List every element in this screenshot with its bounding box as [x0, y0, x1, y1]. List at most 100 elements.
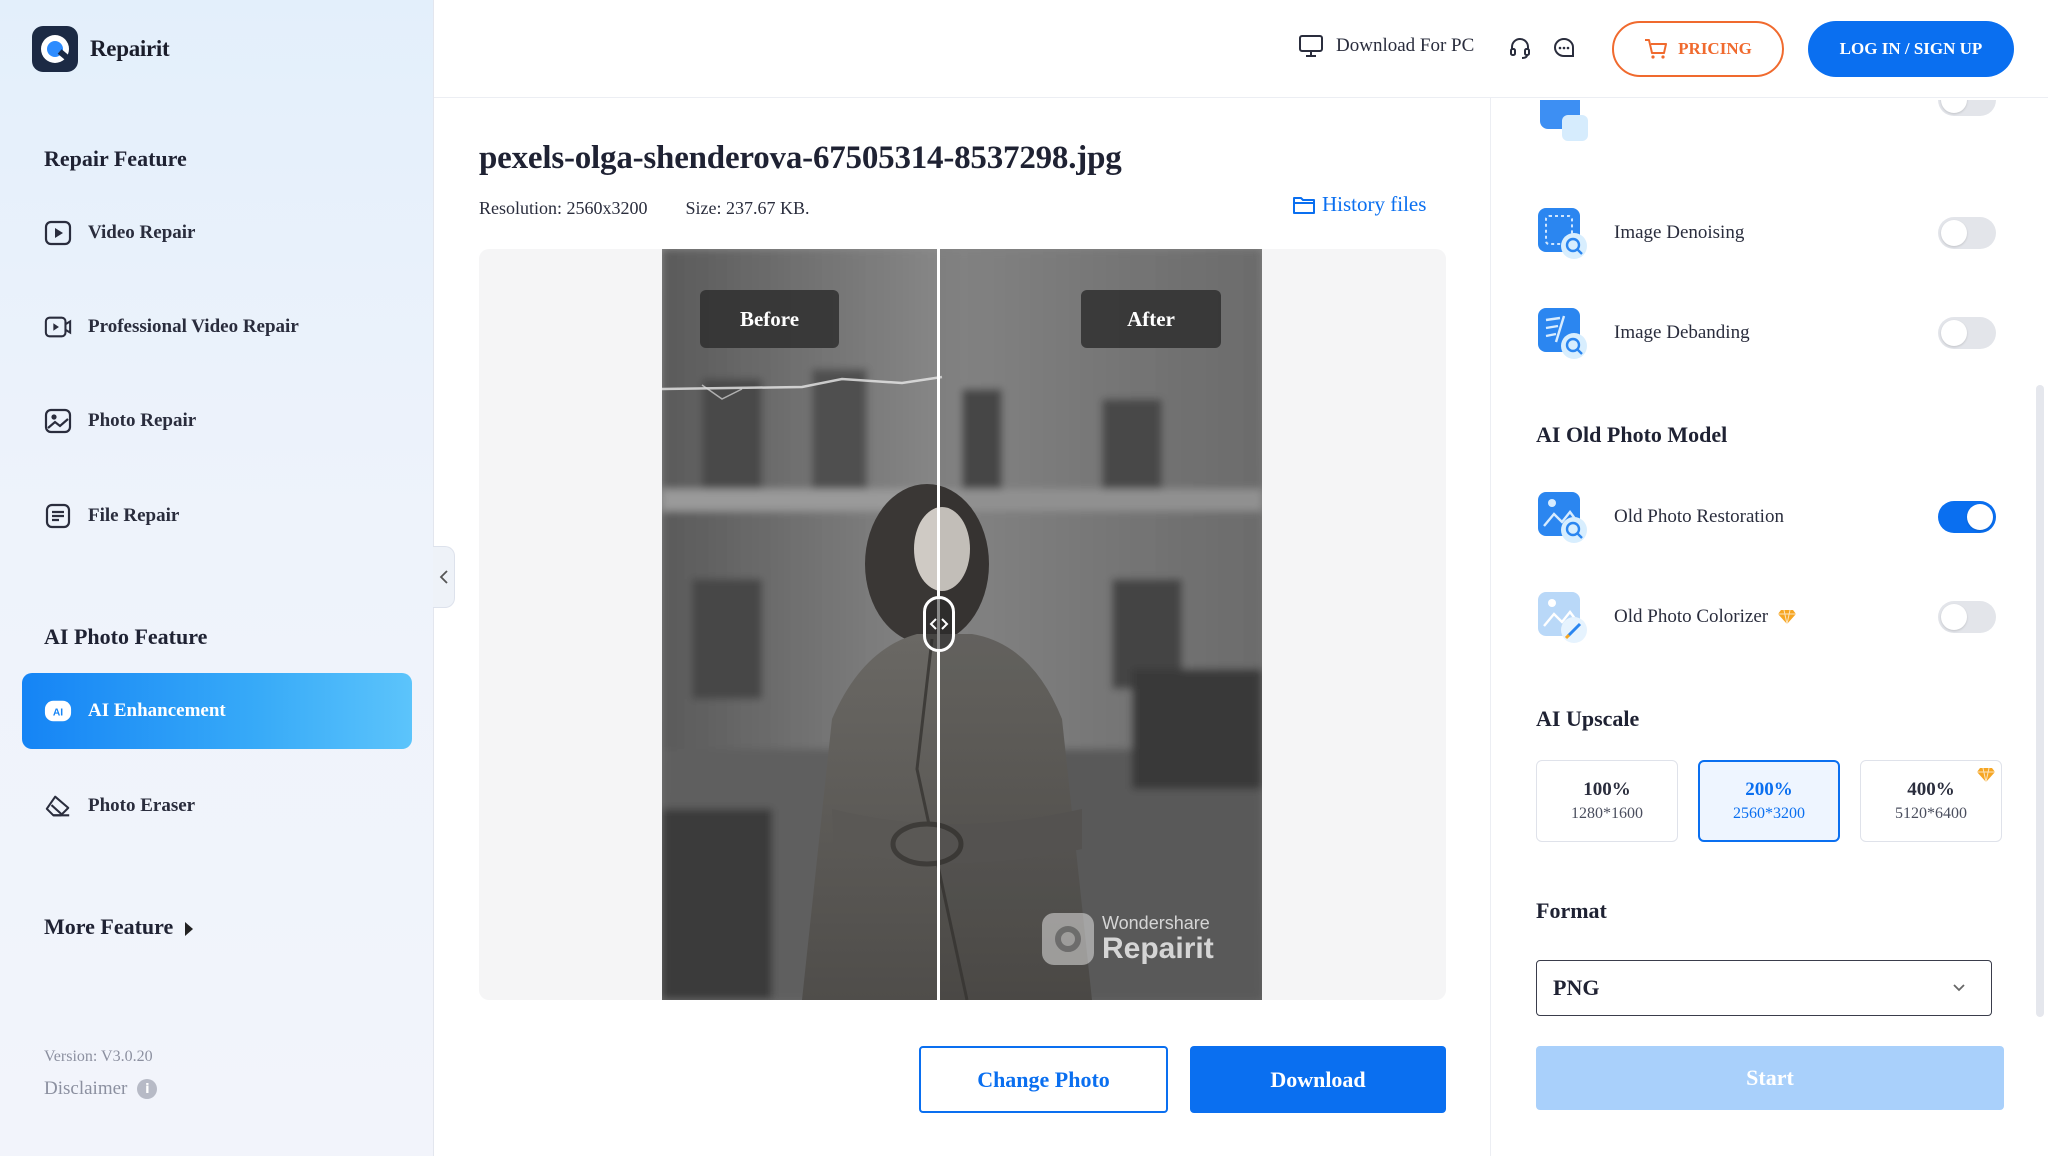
download-for-pc-label: Download For PC	[1336, 35, 1475, 56]
video-play-icon	[44, 219, 72, 247]
file-meta: Resolution: 2560x3200 Size: 237.67 KB.	[479, 198, 810, 219]
disclaimer-link[interactable]: Disclaimer i	[44, 1078, 158, 1100]
history-files-link[interactable]: History files	[1292, 192, 1426, 217]
settings-row-image-denoising: Image Denoising	[1536, 198, 1996, 268]
monitor-icon	[1299, 35, 1323, 57]
restore-icon	[1536, 486, 1592, 548]
upscale-percent: 400%	[1907, 779, 1955, 800]
before-label: Before	[700, 290, 839, 348]
format-value: PNG	[1553, 975, 1600, 1000]
folder-icon	[1293, 196, 1315, 214]
chevron-down-icon	[1953, 984, 1965, 992]
ai-photo-feature-heading: AI Photo Feature	[44, 624, 208, 649]
premium-gem-icon	[1778, 609, 1797, 625]
sidebar-item-video-repair[interactable]: Video Repair	[22, 195, 412, 271]
sidebar-collapse-button[interactable]	[433, 546, 455, 608]
sidebar-item-label: File Repair	[88, 505, 180, 526]
ai-upscale-heading: AI Upscale	[1536, 706, 1640, 731]
change-photo-button[interactable]: Change Photo	[919, 1046, 1168, 1113]
more-feature-label: More Feature	[44, 914, 174, 939]
old-photo-restoration-label: Old Photo Restoration	[1614, 506, 1784, 527]
sidebar-item-label: Video Repair	[88, 222, 196, 243]
old-photo-colorizer-label: Old Photo Colorizer	[1614, 606, 1797, 628]
eraser-icon	[44, 792, 72, 820]
resolution-text: Resolution: 2560x3200	[479, 198, 648, 218]
ai-old-photo-model-heading: AI Old Photo Model	[1536, 422, 1728, 447]
photo-icon	[44, 407, 72, 435]
premium-gem-icon	[1977, 767, 1995, 788]
sidebar: Repairit Repair Feature Video Repair Pro…	[0, 0, 434, 1156]
video-camera-icon	[44, 313, 72, 341]
sidebar-item-label: Photo Repair	[88, 410, 197, 431]
ai-badge-icon: AI	[44, 697, 72, 725]
upscale-percent: 100%	[1583, 779, 1631, 800]
feature-icon	[1536, 100, 1592, 147]
cart-icon	[1645, 39, 1668, 59]
repairit-logo-icon	[32, 26, 78, 72]
drag-arrows-icon	[929, 618, 949, 630]
watermark-product: Repairit	[1102, 932, 1214, 965]
after-label: After	[1081, 290, 1221, 348]
support-headset-icon[interactable]	[1506, 34, 1534, 62]
image-denoising-label: Image Denoising	[1614, 222, 1745, 243]
upscale-option-100[interactable]: 100% 1280*1600	[1536, 760, 1678, 842]
download-for-pc-link[interactable]: Download For PC	[1298, 34, 1474, 58]
sidebar-item-label: AI Enhancement	[88, 700, 226, 721]
old-photo-restoration-toggle[interactable]	[1938, 501, 1996, 533]
sidebar-item-professional-video-repair[interactable]: Professional Video Repair	[22, 289, 412, 365]
sidebar-item-file-repair[interactable]: File Repair	[22, 478, 412, 554]
image-debanding-toggle[interactable]	[1938, 317, 1996, 349]
sidebar-item-photo-repair[interactable]: Photo Repair	[22, 383, 412, 459]
upscale-option-200[interactable]: 200% 2560*3200	[1698, 760, 1840, 842]
format-heading: Format	[1536, 898, 1607, 923]
sidebar-item-ai-enhancement[interactable]: AI AI Enhancement	[22, 673, 412, 749]
upscale-resolution: 2560*3200	[1733, 805, 1805, 822]
settings-row-old-photo-restoration: Old Photo Restoration	[1536, 482, 1996, 552]
more-feature-link[interactable]: More Feature	[44, 914, 194, 940]
old-photo-colorizer-text: Old Photo Colorizer	[1614, 606, 1769, 627]
file-icon	[44, 502, 72, 530]
upscale-option-400[interactable]: 400% 5120*6400	[1860, 760, 2002, 842]
caret-right-icon	[185, 922, 194, 936]
chat-icon[interactable]	[1550, 34, 1578, 62]
login-signup-button[interactable]: LOG IN / SIGN UP	[1808, 21, 2014, 77]
svg-text:AI: AI	[53, 708, 63, 719]
settings-row-image-debanding: Image Debanding	[1536, 298, 1996, 368]
image-preview: Before After Wondershare Repairit	[479, 249, 1446, 1000]
top-header: Download For PC PRICING LOG IN / SIGN UP	[434, 0, 2048, 98]
file-name-title: pexels-olga-shenderova-67505314-8537298.…	[479, 140, 1122, 176]
sidebar-item-label: Photo Eraser	[88, 795, 196, 816]
old-photo-colorizer-toggle[interactable]	[1938, 601, 1996, 633]
deband-icon	[1536, 302, 1592, 364]
sidebar-item-label: Professional Video Repair	[88, 316, 299, 337]
watermark: Wondershare Repairit	[1042, 913, 1214, 965]
chevron-left-icon	[439, 570, 448, 584]
download-button[interactable]: Download	[1190, 1046, 1446, 1113]
comparison-photo	[662, 249, 1262, 1000]
history-files-label: History files	[1322, 192, 1427, 216]
format-select[interactable]: PNG	[1536, 960, 1992, 1016]
settings-row-old-photo-colorizer: Old Photo Colorizer	[1536, 582, 1996, 652]
watermark-logo-icon	[1042, 913, 1094, 965]
info-icon: i	[137, 1079, 158, 1099]
sidebar-item-photo-eraser[interactable]: Photo Eraser	[22, 768, 412, 844]
comparison-slider-handle[interactable]	[923, 596, 955, 652]
disclaimer-label: Disclaimer	[44, 1078, 128, 1099]
watermark-brand: Wondershare	[1102, 913, 1210, 933]
settings-row-partial	[1536, 100, 1996, 162]
feature-toggle[interactable]	[1938, 100, 1996, 116]
settings-scrollbar[interactable]	[2036, 385, 2044, 1017]
colorize-icon	[1536, 586, 1592, 648]
image-debanding-label: Image Debanding	[1614, 322, 1750, 343]
pricing-label: PRICING	[1678, 39, 1752, 58]
app-logo[interactable]: Repairit	[32, 26, 170, 72]
upscale-resolution: 5120*6400	[1895, 805, 1967, 822]
app-name: Repairit	[90, 36, 170, 61]
start-button[interactable]: Start	[1536, 1046, 2004, 1110]
denoise-icon	[1536, 202, 1592, 264]
image-denoising-toggle[interactable]	[1938, 217, 1996, 249]
repair-feature-heading: Repair Feature	[44, 146, 187, 171]
pricing-button[interactable]: PRICING	[1612, 21, 1784, 77]
upscale-percent: 200%	[1745, 779, 1793, 800]
upscale-resolution: 1280*1600	[1571, 805, 1643, 822]
